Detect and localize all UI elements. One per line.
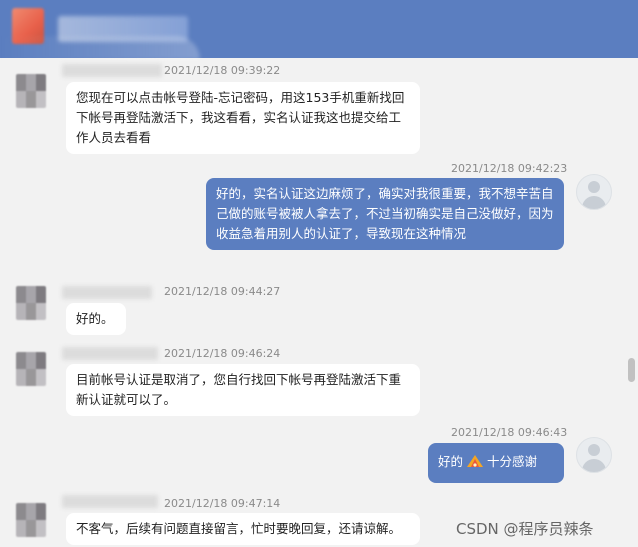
message-bubble-outgoing: 好的 十分感谢 [428,443,564,483]
message-bubble-outgoing: 好的，实名认证这边麻烦了，确实对我很重要，我不想辛苦自己做的账号被被人拿去了，不… [206,178,564,250]
sender-name-blurred [62,495,158,508]
scrollbar-track[interactable] [626,58,638,547]
message-timestamp: 2021/12/18 09:44:27 [164,285,281,298]
message-bubble-incoming: 目前帐号认证是取消了，您自行找回下帐号再登陆激活下重新认证就可以了。 [66,364,420,416]
sender-name-blurred [62,286,152,299]
message-timestamp: 2021/12/18 09:42:23 [451,162,568,175]
message-timestamp: 2021/12/18 09:46:24 [164,347,281,360]
header-decoration [0,36,200,60]
message-timestamp: 2021/12/18 09:47:14 [164,497,281,510]
sender-name-blurred [62,347,158,360]
fire-icon [467,455,484,467]
message-timestamp: 2021/12/18 09:46:43 [451,426,568,439]
scrollbar-thumb[interactable] [628,358,635,382]
support-avatar [16,74,46,108]
message-timestamp: 2021/12/18 09:39:22 [164,64,281,77]
chat-header [0,0,638,60]
message-text: 好的 [438,454,464,469]
support-avatar [16,352,46,386]
message-bubble-incoming: 不客气，后续有问题直接留言，忙时要晚回复，还请谅解。 [66,513,420,545]
message-bubble-incoming: 您现在可以点击帐号登陆-忘记密码，用这153手机重新找回下帐号再登陆激活下，我这… [66,82,420,154]
watermark: CSDN @程序员辣条 [456,520,594,538]
sender-name-blurred [62,64,162,77]
message-bubble-incoming: 好的。 [66,303,126,335]
support-avatar [16,286,46,320]
user-avatar-icon [576,437,612,473]
support-avatar [16,503,46,537]
user-avatar-icon [576,174,612,210]
message-text: 十分感谢 [487,454,538,469]
